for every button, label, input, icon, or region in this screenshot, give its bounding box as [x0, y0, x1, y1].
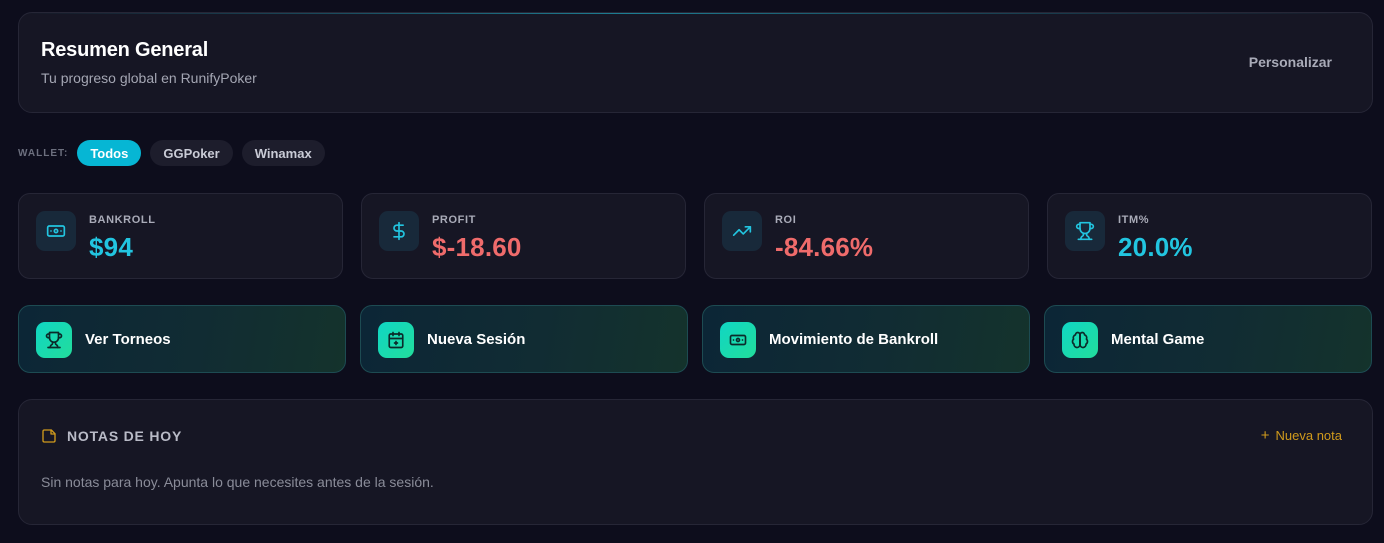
wallet-option-winamax[interactable]: Winamax: [241, 140, 325, 166]
dollar-icon: [379, 211, 419, 251]
wallet-option-todos[interactable]: Todos: [77, 140, 142, 166]
action-nueva-sesion[interactable]: Nueva Sesión: [360, 305, 688, 373]
banknote-icon: [36, 211, 76, 251]
trophy-icon: [36, 322, 72, 358]
action-label: Movimiento de Bankroll: [769, 331, 939, 348]
stat-card-profit: PROFIT $-18.60: [361, 193, 686, 279]
stat-label: ROI: [775, 214, 797, 226]
wallet-option-ggpoker[interactable]: GGPoker: [150, 140, 233, 166]
stat-label: ITM%: [1118, 214, 1150, 226]
action-ver-torneos[interactable]: Ver Torneos: [18, 305, 346, 373]
wallet-filter: WALLET: Todos GGPoker Winamax: [18, 140, 325, 166]
new-note-button[interactable]: + Nueva nota: [1261, 428, 1342, 443]
stat-card-itm: ITM% 20.0%: [1047, 193, 1372, 279]
stat-value: -84.66%: [775, 232, 874, 262]
sticky-note-icon: [42, 429, 56, 443]
action-mental-game[interactable]: Mental Game: [1044, 305, 1372, 373]
action-label: Nueva Sesión: [427, 331, 526, 348]
dashboard-page: Resumen General Tu progreso global en Ru…: [0, 0, 1384, 543]
stat-value: $94: [89, 232, 133, 262]
stat-label: BANKROLL: [89, 214, 156, 226]
calendar-plus-icon: [378, 322, 414, 358]
banknote-icon: [720, 322, 756, 358]
page-subtitle: Tu progreso global en RunifyPoker: [41, 70, 257, 86]
stat-value: $-18.60: [432, 232, 522, 262]
wallet-label: WALLET:: [18, 147, 69, 159]
notes-card: NOTAS DE HOY + Nueva nota Sin notas para…: [18, 399, 1373, 525]
notes-title: NOTAS DE HOY: [67, 428, 183, 444]
action-label: Ver Torneos: [85, 331, 171, 348]
page-title: Resumen General: [41, 39, 209, 61]
notes-empty-state: Sin notas para hoy. Apunta lo que necesi…: [41, 474, 434, 490]
customize-button[interactable]: Personalizar: [1249, 54, 1332, 70]
summary-header-card: Resumen General Tu progreso global en Ru…: [18, 12, 1373, 113]
stat-card-roi: ROI -84.66%: [704, 193, 1029, 279]
trophy-icon: [1065, 211, 1105, 251]
stat-value: 20.0%: [1118, 232, 1193, 262]
action-movimiento-bankroll[interactable]: Movimiento de Bankroll: [702, 305, 1030, 373]
stat-label: PROFIT: [432, 214, 476, 226]
trending-up-icon: [722, 211, 762, 251]
plus-icon: +: [1260, 427, 1270, 444]
new-note-label: Nueva nota: [1275, 428, 1343, 443]
action-label: Mental Game: [1111, 331, 1205, 348]
stat-card-bankroll: BANKROLL $94: [18, 193, 343, 279]
brain-icon: [1062, 322, 1098, 358]
